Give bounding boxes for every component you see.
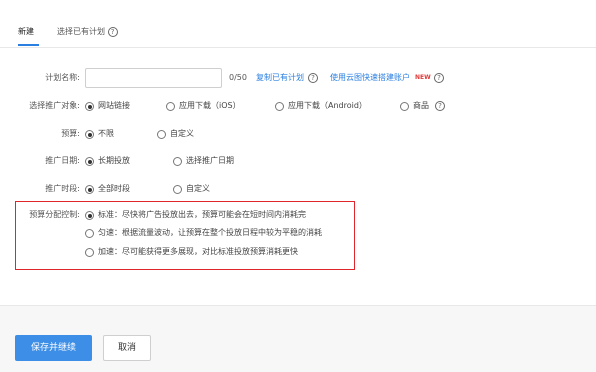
option-time-custom[interactable]: 自定义 [186, 183, 210, 195]
option-select-date[interactable]: 选择推广日期 [186, 155, 234, 167]
budget-control-label: 预算分配控制: [29, 210, 80, 219]
option-all-time[interactable]: 全部时段 [98, 183, 130, 195]
cloud-quick-build-link[interactable]: 使用云图快速搭建账户 [330, 72, 410, 84]
option-accelerated[interactable]: 加速：尽可能获得更多展现，对比标准投放预算消耗更快 [98, 246, 298, 258]
question-circle-icon[interactable]: ? [107, 26, 118, 37]
tab-select-existing-plan-label: 选择已有计划 [57, 27, 105, 36]
question-circle-icon[interactable]: ? [435, 101, 445, 111]
radio-select-date[interactable] [173, 157, 182, 166]
option-standard[interactable]: 标准：尽快将广告投放出去，预算可能会在短时间内消耗完 [98, 209, 306, 221]
radio-website-link[interactable] [85, 102, 94, 111]
radio-accelerated[interactable] [85, 248, 94, 257]
budget-label: 预算: [61, 129, 80, 138]
radio-budget-unlimited[interactable] [85, 130, 94, 139]
save-and-continue-button[interactable]: 保存并继续 [15, 335, 92, 361]
radio-time-custom[interactable] [173, 185, 182, 194]
option-app-download-android[interactable]: 应用下载（Android） [288, 100, 367, 112]
tab-new[interactable]: 新建 [18, 26, 34, 38]
plan-name-counter: 0/50 [229, 73, 247, 82]
active-tab-indicator [18, 44, 39, 46]
option-app-download-ios[interactable]: 应用下载（iOS） [179, 100, 241, 112]
promotion-target-label: 选择推广对象: [29, 101, 80, 110]
option-uniform[interactable]: 匀速：根据流量波动，让预算在整个投放日程中较为平稳的消耗 [98, 227, 322, 239]
option-long-term[interactable]: 长期投放 [98, 155, 130, 167]
option-product[interactable]: 商品 [413, 100, 429, 112]
radio-all-time[interactable] [85, 185, 94, 194]
question-circle-icon[interactable]: ? [308, 73, 318, 83]
radio-app-download-android[interactable] [275, 102, 284, 111]
radio-standard[interactable] [85, 211, 94, 220]
cancel-button[interactable]: 取消 [103, 335, 151, 361]
radio-budget-custom[interactable] [157, 130, 166, 139]
tab-divider [0, 47, 596, 48]
radio-product[interactable] [400, 102, 409, 111]
question-circle-icon[interactable]: ? [434, 73, 444, 83]
copy-existing-plan-link[interactable]: 复制已有计划 [256, 72, 304, 84]
option-website-link[interactable]: 网站链接 [98, 100, 130, 112]
plan-name-input[interactable] [85, 68, 222, 88]
option-budget-unlimited[interactable]: 不限 [98, 128, 114, 140]
tab-select-existing-plan[interactable]: 选择已有计划 ? [57, 26, 118, 38]
radio-app-download-ios[interactable] [166, 102, 175, 111]
plan-name-label: 计划名称: [45, 73, 80, 82]
promotion-date-label: 推广日期: [45, 156, 80, 165]
radio-uniform[interactable] [85, 229, 94, 238]
radio-long-term[interactable] [85, 157, 94, 166]
promotion-time-label: 推广时段: [45, 184, 80, 193]
option-budget-custom[interactable]: 自定义 [170, 128, 194, 140]
new-badge: NEW [415, 74, 431, 81]
